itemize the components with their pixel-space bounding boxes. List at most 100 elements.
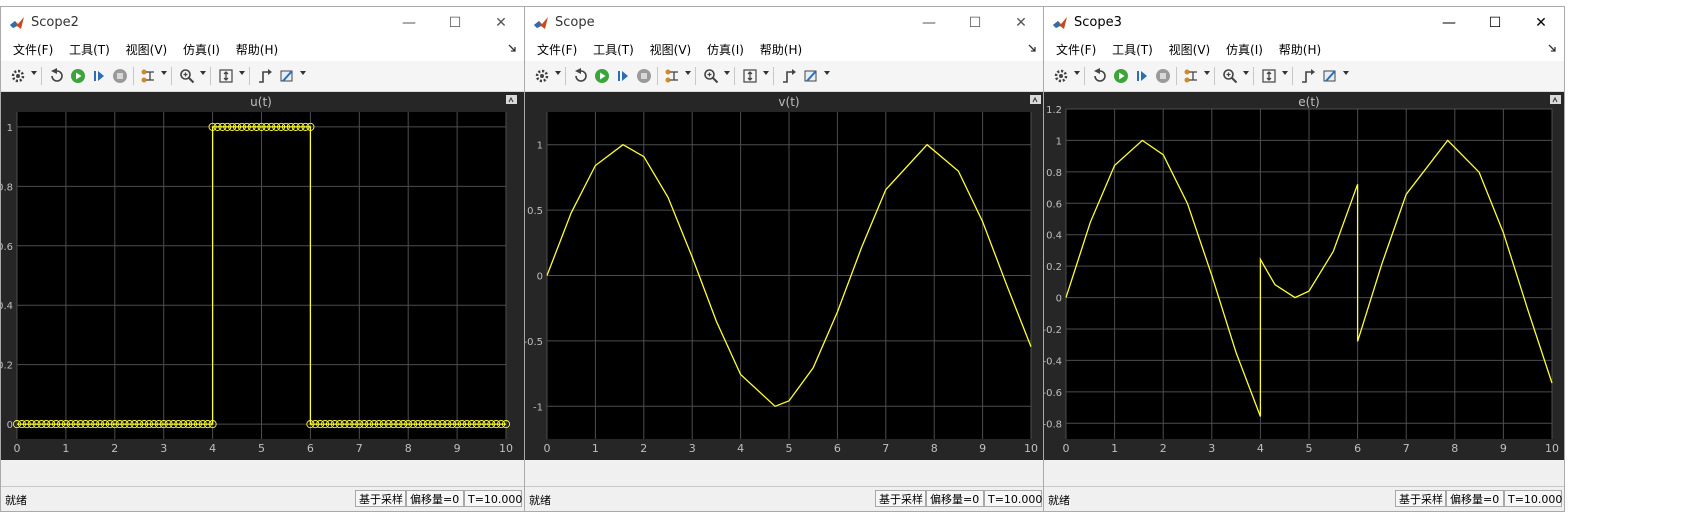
stop-button[interactable]: [634, 66, 654, 86]
scope-window-1[interactable]: Scope2 — ☐ ✕ 文件(F) 工具(T) 视图(V) 仿真(I) 帮助(…: [0, 6, 525, 512]
maximize-icon: ☐: [448, 15, 462, 31]
menu-help[interactable]: 帮助(H): [230, 39, 284, 61]
menu-file[interactable]: 文件(F): [1050, 39, 1102, 61]
menu-file[interactable]: 文件(F): [7, 39, 59, 61]
style-button[interactable]: [277, 66, 297, 86]
zoom-icon: [704, 69, 719, 84]
minimize-button[interactable]: —: [1426, 7, 1472, 39]
run-button[interactable]: [1111, 66, 1131, 86]
scope-window-2[interactable]: Scope — ☐ ✕ 文件(F) 工具(T) 视图(V) 仿真(I) 帮助(H…: [524, 6, 1045, 512]
style-button[interactable]: [1320, 66, 1340, 86]
menu-help[interactable]: 帮助(H): [754, 39, 808, 61]
step-forward-button[interactable]: [613, 66, 633, 86]
autoscale-button[interactable]: [740, 66, 760, 86]
chart-title: v(t): [778, 95, 799, 109]
signal-select-button[interactable]: [139, 66, 159, 86]
menu-simulation[interactable]: 仿真(I): [177, 39, 226, 61]
title-bar[interactable]: Scope — ☐ ✕: [525, 7, 1044, 39]
zoom-dropdown[interactable]: [724, 71, 730, 75]
expand-icon[interactable]: [1550, 95, 1561, 104]
settings-dropdown[interactable]: [555, 71, 561, 75]
settings-dropdown[interactable]: [1074, 71, 1080, 75]
close-button[interactable]: ✕: [1518, 7, 1564, 39]
restore-button[interactable]: [47, 66, 67, 86]
menu-tools[interactable]: 工具(T): [1106, 39, 1159, 61]
signal-select-button[interactable]: [663, 66, 683, 86]
status-text: 就绪: [5, 494, 27, 507]
autoscale-button[interactable]: [1259, 66, 1279, 86]
zoom-button[interactable]: [177, 66, 197, 86]
separator: [133, 67, 134, 85]
maximize-button[interactable]: ☐: [952, 7, 998, 39]
zoom-dropdown[interactable]: [1243, 71, 1249, 75]
menu-file[interactable]: 文件(F): [531, 39, 583, 61]
step-forward-button[interactable]: [1132, 66, 1152, 86]
expand-icon[interactable]: [506, 95, 517, 104]
menu-view[interactable]: 视图(V): [1163, 39, 1217, 61]
scope-window-3[interactable]: Scope3 — ☐ ✕ 文件(F) 工具(T) 视图(V) 仿真(I) 帮助(…: [1043, 6, 1565, 512]
autoscale-dropdown[interactable]: [763, 71, 769, 75]
style-icon: [804, 70, 817, 82]
style-dropdown[interactable]: [300, 71, 306, 75]
zoom-button[interactable]: [1220, 66, 1240, 86]
signal-select-dropdown[interactable]: [1204, 71, 1210, 75]
expand-icon[interactable]: [1030, 95, 1041, 104]
trigger-button[interactable]: [779, 66, 799, 86]
undock-icon[interactable]: [1028, 43, 1038, 55]
menu-tools[interactable]: 工具(T): [587, 39, 640, 61]
signal-select-dropdown[interactable]: [685, 71, 691, 75]
restore-button[interactable]: [1090, 66, 1110, 86]
settings-button[interactable]: [8, 66, 28, 86]
title-bar[interactable]: Scope3 — ☐ ✕: [1044, 7, 1564, 39]
undock-icon[interactable]: [508, 43, 518, 55]
y-tick-label: 1: [7, 123, 13, 134]
step-forward-button[interactable]: [89, 66, 109, 86]
minimize-button[interactable]: —: [386, 7, 432, 39]
zoom-button[interactable]: [701, 66, 721, 86]
style-button[interactable]: [801, 66, 821, 86]
close-button[interactable]: ✕: [998, 7, 1044, 39]
zoom-dropdown[interactable]: [200, 71, 206, 75]
plot-svg[interactable]: 0 1 2 3 4 5 6 7 8 9 10 -0.8 -0.6 -0.4 -0.2 0 0.2 0.4 0.6 0.…: [1044, 92, 1564, 460]
autoscale-button[interactable]: [216, 66, 236, 86]
settings-button[interactable]: [1051, 66, 1071, 86]
trigger-button[interactable]: [255, 66, 275, 86]
close-button[interactable]: ✕: [478, 7, 524, 39]
x-tick-label: 7: [1403, 442, 1410, 455]
signal-select-dropdown[interactable]: [161, 71, 167, 75]
zoom-icon: [1223, 69, 1238, 84]
settings-button[interactable]: [532, 66, 552, 86]
menu-simulation[interactable]: 仿真(I): [701, 39, 750, 61]
minimize-button[interactable]: —: [906, 7, 952, 39]
autoscale-dropdown[interactable]: [1282, 71, 1288, 75]
style-dropdown[interactable]: [1343, 71, 1349, 75]
trigger-button[interactable]: [1298, 66, 1318, 86]
style-dropdown[interactable]: [824, 71, 830, 75]
run-button[interactable]: [592, 66, 612, 86]
maximize-icon: ☐: [968, 15, 982, 31]
separator: [565, 67, 566, 85]
y-tick-label: 0.5: [527, 206, 543, 217]
run-button[interactable]: [68, 66, 88, 86]
x-tick-label: 7: [882, 442, 889, 455]
stop-button[interactable]: [1153, 66, 1173, 86]
stop-button[interactable]: [110, 66, 130, 86]
plot-svg[interactable]: 0 1 2 3 4 5 6 7 8 9 10 0 0.2 0.4 0.6 0.8 1 u(t): [1, 92, 524, 460]
step-forward-icon: [94, 71, 104, 81]
undock-icon[interactable]: [1548, 43, 1558, 55]
menu-tools[interactable]: 工具(T): [63, 39, 116, 61]
maximize-button[interactable]: ☐: [432, 7, 478, 39]
menu-simulation[interactable]: 仿真(I): [1220, 39, 1269, 61]
title-bar[interactable]: Scope2 — ☐ ✕: [1, 7, 524, 39]
maximize-button[interactable]: ☐: [1472, 7, 1518, 39]
menu-view[interactable]: 视图(V): [120, 39, 174, 61]
autoscale-dropdown[interactable]: [239, 71, 245, 75]
settings-dropdown[interactable]: [31, 71, 37, 75]
toolbar: [1, 61, 524, 92]
signal-select-button[interactable]: [1182, 66, 1202, 86]
menu-help[interactable]: 帮助(H): [1273, 39, 1327, 61]
restore-button[interactable]: [571, 66, 591, 86]
plot-svg[interactable]: 0 1 2 3 4 5 6 7 8 9 10 -1 -0.5 0 0.5 1 v(t): [525, 92, 1044, 460]
menu-view[interactable]: 视图(V): [644, 39, 698, 61]
x-tick-label: 8: [931, 442, 938, 455]
